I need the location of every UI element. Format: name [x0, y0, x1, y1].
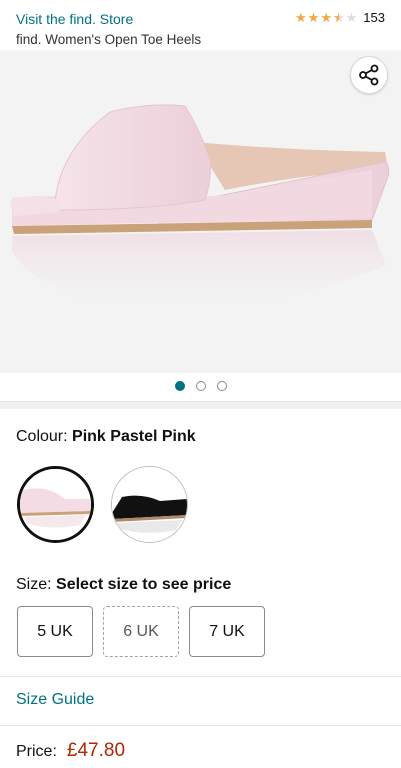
star-icon: ★★ [345, 10, 358, 25]
pink-shoe-thumbnail [20, 469, 91, 540]
price-value: £47.80 [66, 740, 126, 761]
product-header: Visit the find. Store find. Women's Open… [0, 0, 401, 50]
image-carousel-dots [0, 381, 401, 391]
carousel-dot-3[interactable] [216, 381, 227, 391]
product-title: find. Women's Open Toe Heels [16, 32, 202, 47]
price-label: Price: [16, 743, 57, 760]
rating[interactable]: ★★★★★★★★★★ 153 [295, 10, 385, 25]
size-value: Select size to see price [56, 576, 232, 593]
size-selection-label: Size: Select size to see price [16, 576, 231, 594]
size-label: Size: [16, 576, 52, 593]
section-divider [0, 401, 401, 409]
star-icon: ★★ [307, 10, 320, 25]
carousel-dot-1[interactable] [174, 381, 185, 391]
product-image-gallery[interactable] [0, 50, 401, 373]
share-button[interactable] [350, 56, 388, 94]
black-shoe-thumbnail [112, 467, 187, 542]
size-option-5uk[interactable]: 5 UK [17, 606, 93, 657]
divider [0, 676, 401, 677]
share-icon [359, 64, 379, 86]
star-icon: ★★ [295, 10, 307, 25]
star-icon: ★★ [332, 10, 345, 25]
price-row: Price: £47.80 [16, 740, 125, 762]
size-guide-link[interactable]: Size Guide [16, 691, 94, 709]
colour-selection-label: Colour: Pink Pastel Pink [16, 428, 196, 446]
carousel-dot-2[interactable] [195, 381, 206, 391]
divider [0, 725, 401, 726]
store-link[interactable]: Visit the find. Store [16, 11, 133, 27]
size-option-7uk[interactable]: 7 UK [189, 606, 265, 657]
colour-value: Pink Pastel Pink [72, 428, 196, 445]
colour-swatch-black[interactable] [111, 466, 188, 543]
colour-swatch-pink[interactable] [17, 466, 94, 543]
colour-label: Colour: [16, 428, 68, 445]
size-option-6uk[interactable]: 6 UK [103, 606, 179, 657]
star-icon: ★★ [320, 10, 332, 25]
review-count[interactable]: 153 [363, 10, 385, 25]
star-rating: ★★★★★★★★★★ [295, 11, 357, 24]
product-image [10, 104, 390, 316]
